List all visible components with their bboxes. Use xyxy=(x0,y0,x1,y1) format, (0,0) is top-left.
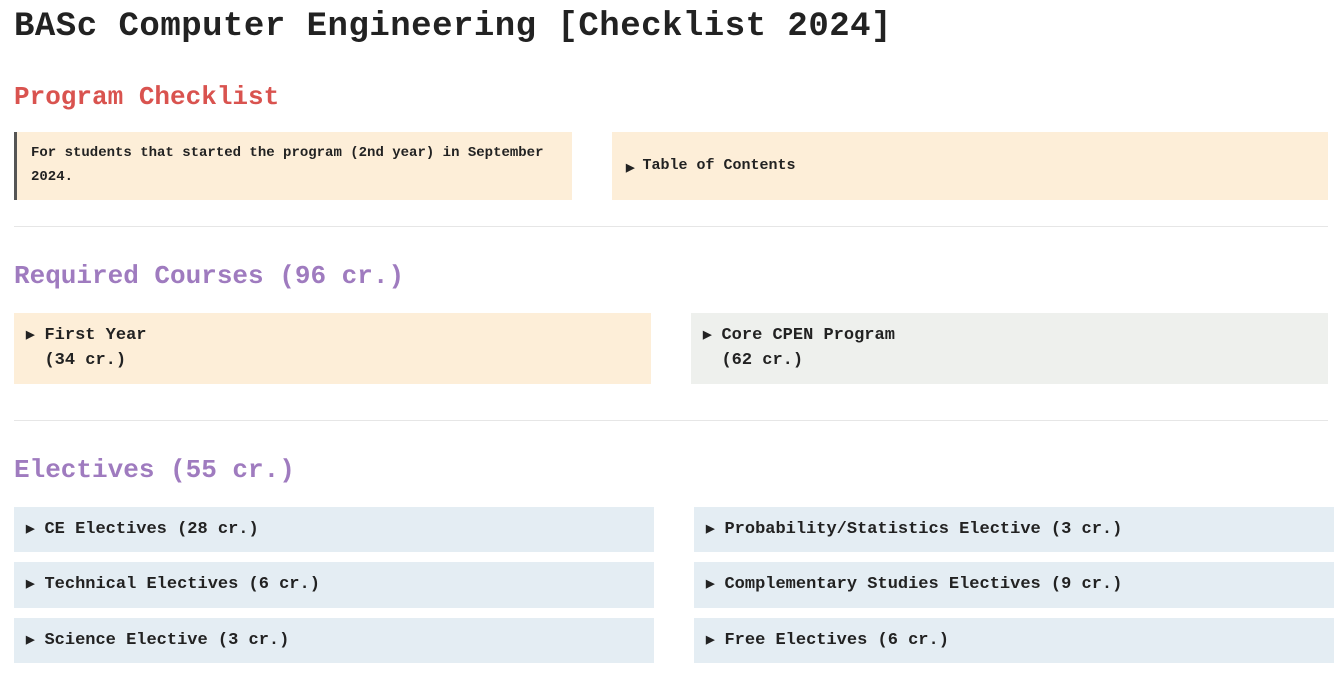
ce-electives-label: CE Electives (28 cr.) xyxy=(44,517,258,543)
chevron-right-icon: ▶ xyxy=(26,323,34,342)
section-divider xyxy=(14,226,1328,227)
chevron-right-icon: ▶ xyxy=(26,628,34,647)
core-cpen-block[interactable]: ▶ Core CPEN Program(62 cr.) xyxy=(691,313,1328,384)
chevron-right-icon: ▶ xyxy=(626,156,634,175)
free-electives-label: Free Electives (6 cr.) xyxy=(724,628,948,654)
required-courses-heading: Required Courses (96 cr.) xyxy=(14,261,1328,291)
free-electives-block[interactable]: ▶ Free Electives (6 cr.) xyxy=(694,618,1334,664)
comp-studies-elective-label: Complementary Studies Electives (9 cr.) xyxy=(724,572,1122,598)
technical-electives-label: Technical Electives (6 cr.) xyxy=(44,572,319,598)
info-note-block: For students that started the program (2… xyxy=(14,132,572,200)
chevron-right-icon: ▶ xyxy=(706,628,714,647)
program-checklist-heading: Program Checklist xyxy=(14,82,1328,112)
comp-studies-elective-block[interactable]: ▶ Complementary Studies Electives (9 cr.… xyxy=(694,562,1334,608)
chevron-right-icon: ▶ xyxy=(706,572,714,591)
science-elective-label: Science Elective (3 cr.) xyxy=(44,628,289,654)
info-note-text: For students that started the program (2… xyxy=(31,145,543,185)
chevron-right-icon: ▶ xyxy=(26,572,34,591)
core-cpen-label: Core CPEN Program(62 cr.) xyxy=(721,323,894,374)
technical-electives-block[interactable]: ▶ Technical Electives (6 cr.) xyxy=(14,562,654,608)
section-divider xyxy=(14,420,1328,421)
prob-stats-elective-label: Probability/Statistics Elective (3 cr.) xyxy=(724,517,1122,543)
chevron-right-icon: ▶ xyxy=(26,517,34,536)
page-title: BASc Computer Engineering [Checklist 202… xyxy=(14,8,1328,46)
first-year-block[interactable]: ▶ First Year(34 cr.) xyxy=(14,313,651,384)
prob-stats-elective-block[interactable]: ▶ Probability/Statistics Elective (3 cr.… xyxy=(694,507,1334,553)
chevron-right-icon: ▶ xyxy=(706,517,714,536)
ce-electives-block[interactable]: ▶ CE Electives (28 cr.) xyxy=(14,507,654,553)
first-year-label: First Year(34 cr.) xyxy=(44,323,146,374)
toc-block[interactable]: ▶ Table of Contents xyxy=(612,132,1328,200)
science-elective-block[interactable]: ▶ Science Elective (3 cr.) xyxy=(14,618,654,664)
chevron-right-icon: ▶ xyxy=(703,323,711,342)
electives-heading: Electives (55 cr.) xyxy=(14,455,1328,485)
toc-label: Table of Contents xyxy=(642,157,795,174)
